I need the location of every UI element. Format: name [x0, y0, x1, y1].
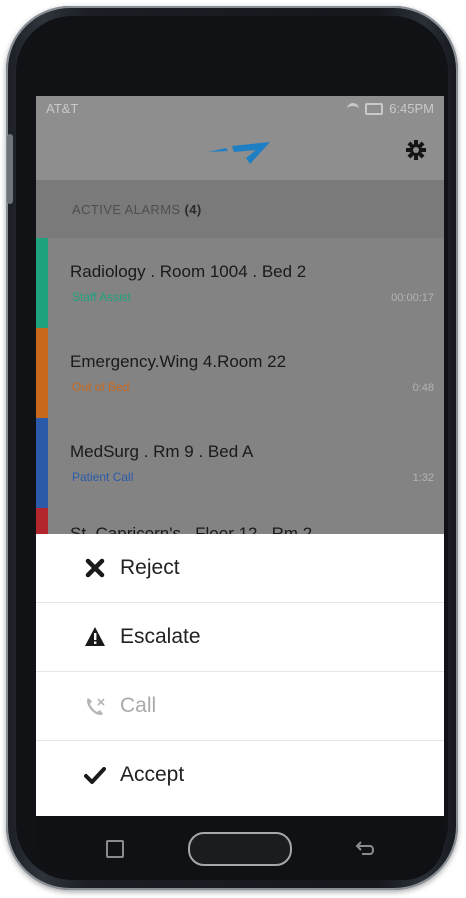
recent-apps-button[interactable] [106, 840, 124, 858]
alarm-row[interactable]: Emergency.Wing 4.Room 22 Out of Bed 0:48 [36, 328, 444, 419]
alarm-type: Out of Bed [72, 380, 130, 394]
alarms-header: ACTIVE ALARMS (4) [36, 180, 444, 238]
battery-icon [365, 102, 384, 115]
alarm-elapsed: 0:48 [412, 382, 434, 394]
check-icon [84, 767, 106, 784]
volume-key [7, 134, 13, 204]
device-screen: AT&T 6:45PM ACTIVE ALARMS (4) Radiology … [36, 96, 444, 816]
status-bar: AT&T 6:45PM [36, 96, 444, 122]
alarm-location: Emergency.Wing 4.Room 22 [70, 352, 287, 371]
status-icons: 6:45PM [347, 101, 434, 116]
gear-icon[interactable] [406, 140, 426, 160]
escalate-button[interactable]: Escalate [36, 603, 444, 672]
home-button[interactable] [188, 832, 292, 866]
app-bar [36, 122, 444, 180]
alarm-color-stripe [36, 418, 48, 508]
alarms-count: (4) [184, 202, 202, 217]
warning-icon [85, 627, 105, 646]
accept-button[interactable]: Accept [36, 741, 444, 809]
escalate-label: Escalate [120, 625, 201, 648]
alarm-location: MedSurg . Rm 9 . Bed A [70, 442, 254, 461]
alarm-type: Patient Call [72, 470, 134, 484]
alarms-header-text: ACTIVE ALARMS [72, 202, 181, 217]
alarm-elapsed: 00:00:17 [391, 292, 434, 304]
reject-button[interactable]: Reject [36, 534, 444, 603]
alarm-color-stripe [36, 238, 48, 328]
call-label: Call [120, 694, 157, 717]
brand-logo-icon [208, 142, 270, 164]
device-nav-bar [36, 816, 444, 880]
alarm-location: Radiology . Room 1004 . Bed 2 [70, 262, 307, 281]
alarm-row[interactable]: Radiology . Room 1004 . Bed 2 Staff Assi… [36, 238, 444, 329]
close-icon [85, 558, 105, 578]
alarms-header-label: ACTIVE ALARMS (4) [72, 202, 202, 217]
back-icon[interactable] [354, 838, 376, 858]
alarm-elapsed: 1:32 [412, 472, 434, 484]
status-time: 6:45PM [389, 101, 434, 116]
accept-label: Accept [120, 763, 185, 786]
alarm-row[interactable]: MedSurg . Rm 9 . Bed A Patient Call 1:32 [36, 418, 444, 509]
alarm-type: Staff Assist [72, 290, 132, 304]
action-sheet: Reject Escalate Call Accept [36, 534, 444, 816]
call-button[interactable]: Call [36, 672, 444, 741]
phone-icon [87, 698, 105, 715]
alarm-color-stripe [36, 328, 48, 418]
reject-label: Reject [120, 556, 180, 579]
carrier-label: AT&T [46, 101, 79, 116]
wifi-icon [347, 102, 360, 115]
